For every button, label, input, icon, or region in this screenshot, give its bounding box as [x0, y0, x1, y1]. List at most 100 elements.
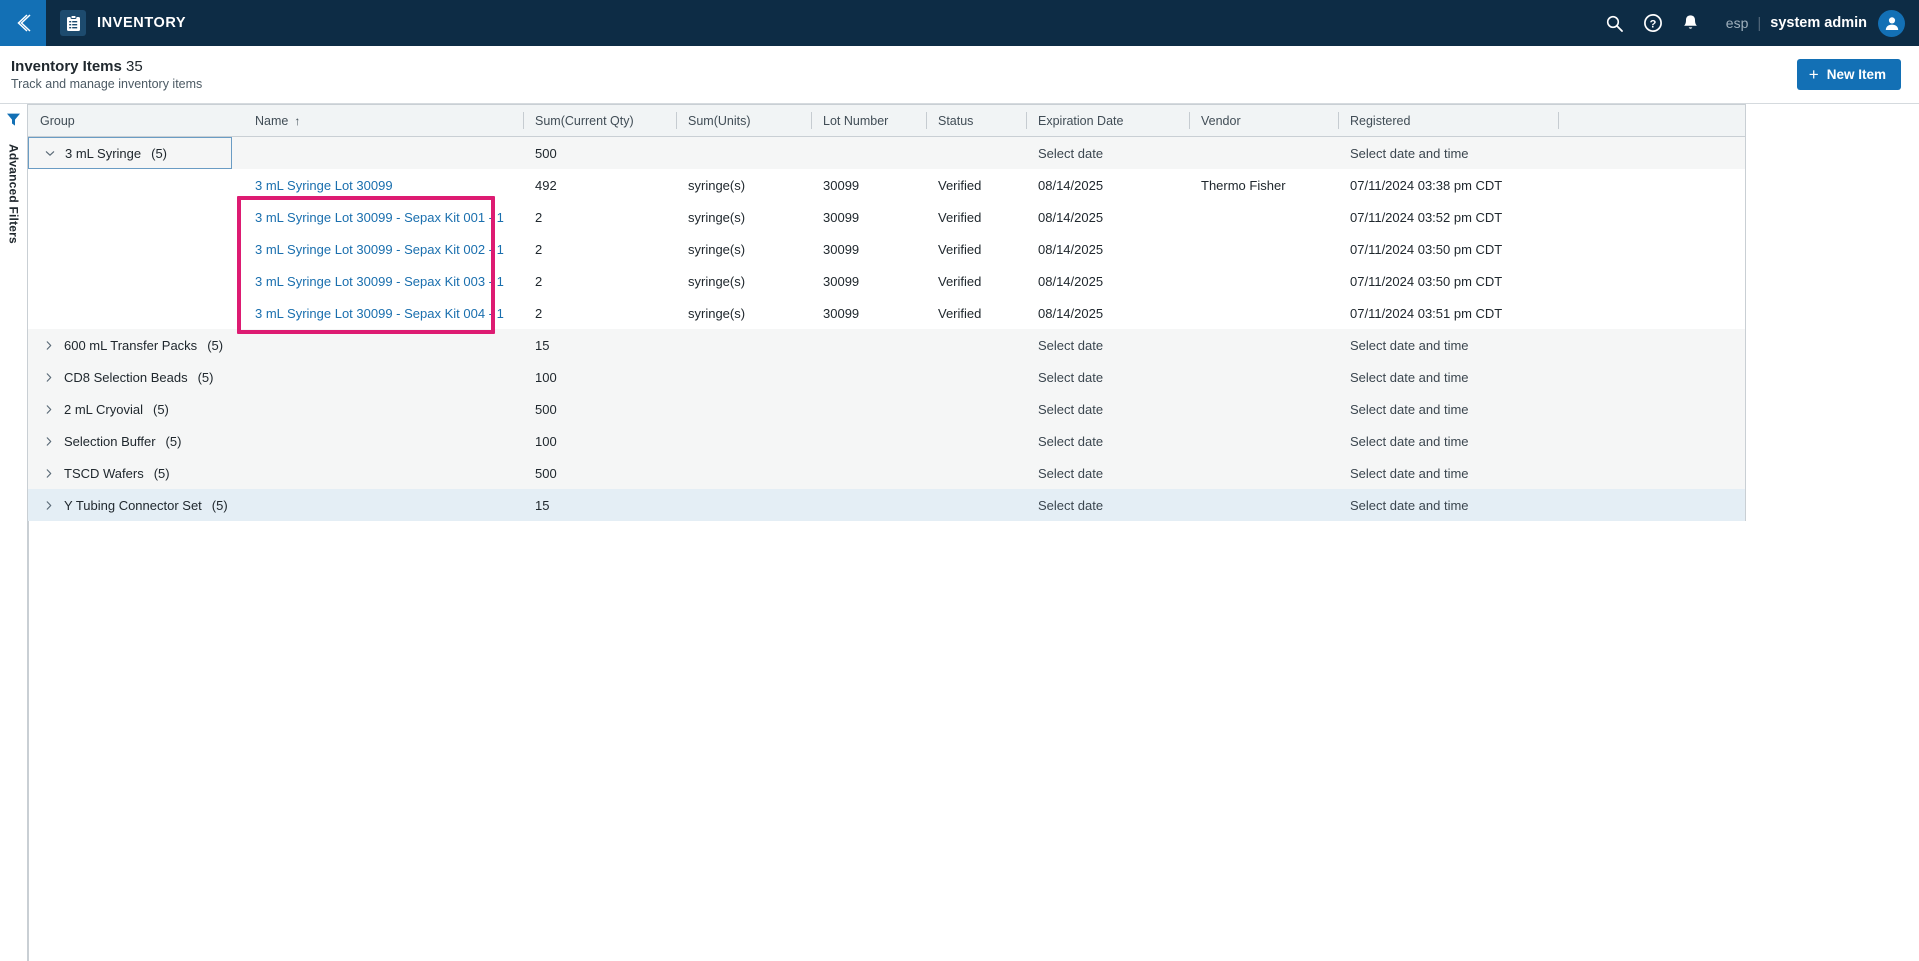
sort-ascending-icon: ↑	[294, 113, 301, 128]
cell-blank	[1558, 457, 1745, 489]
group-name: 3 mL Syringe	[65, 145, 142, 161]
cell-expiration-date[interactable]: Select date	[1026, 361, 1189, 393]
cell-lot-number: 30099	[811, 201, 926, 233]
cell-lot-number	[811, 425, 926, 457]
cell-sum-units	[676, 393, 811, 425]
cell-sum-units-value: syringe(s)	[688, 209, 746, 225]
item-name-link[interactable]: 3 mL Syringe Lot 30099 - Sepax Kit 001 -…	[255, 210, 504, 225]
cell-vendor: Thermo Fisher	[1189, 169, 1338, 201]
column-header-registered[interactable]: Registered	[1338, 104, 1558, 137]
table-group-row[interactable]: Selection Buffer (5) 100 Select date Select …	[28, 425, 1745, 457]
clipboard-icon	[60, 10, 86, 36]
cell-vendor	[1189, 265, 1338, 297]
cell-blank	[1558, 489, 1745, 521]
chevron-right-icon[interactable]	[44, 340, 54, 351]
item-name-link[interactable]: 3 mL Syringe Lot 30099	[255, 178, 393, 193]
item-name-link[interactable]: 3 mL Syringe Lot 30099 - Sepax Kit 003 -…	[255, 274, 504, 289]
help-circle-icon[interactable]: ?	[1634, 0, 1672, 46]
cell-sum-units	[676, 425, 811, 457]
group-toggle[interactable]: TSCD Wafers (5)	[28, 457, 231, 489]
cell-lot-number: 30099	[811, 233, 926, 265]
table-row[interactable]: 3 mL Syringe Lot 30099 - Sepax Kit 004 -…	[28, 297, 1745, 329]
group-count: (5)	[207, 337, 224, 353]
table-group-row[interactable]: 3 mL Syringe (5) 500 Select date Select date…	[28, 136, 1745, 169]
cell-sum-current-qty: 2	[523, 233, 676, 265]
column-header-lot-number[interactable]: Lot Number	[811, 104, 926, 137]
cell-registered[interactable]: Select date and time	[1338, 393, 1558, 425]
cell-sum-units-value: syringe(s)	[688, 241, 746, 257]
cell-sum-current-qty-value: 500	[535, 465, 557, 481]
cell-status-value: Verified	[938, 305, 982, 321]
table-row[interactable]: 3 mL Syringe Lot 30099 - Sepax Kit 001 -…	[28, 201, 1745, 233]
cell-expiration-date[interactable]: Select date	[1026, 425, 1189, 457]
search-icon[interactable]	[1596, 0, 1634, 46]
cell-expiration-date[interactable]: Select date	[1026, 393, 1189, 425]
collapse-nav-button[interactable]	[0, 0, 46, 46]
table-group-row[interactable]: 600 mL Transfer Packs (5) 15 Select date Sel…	[28, 329, 1745, 361]
cell-lot-number-value: 30099	[823, 273, 860, 289]
group-toggle[interactable]: 600 mL Transfer Packs (5)	[28, 329, 231, 361]
chevron-right-icon[interactable]	[44, 468, 54, 479]
cell-expiration-date-value: 08/14/2025	[1038, 177, 1104, 193]
chevron-right-icon[interactable]	[44, 404, 54, 415]
item-name-link[interactable]: 3 mL Syringe Lot 30099 - Sepax Kit 004 -…	[255, 306, 504, 321]
chevron-right-icon[interactable]	[44, 500, 54, 511]
column-header-expiration-date[interactable]: Expiration Date	[1026, 104, 1189, 137]
group-toggle[interactable]: 2 mL Cryovial (5)	[28, 393, 231, 425]
cell-status	[926, 393, 1026, 425]
table-group-row[interactable]: TSCD Wafers (5) 500 Select date Select date …	[28, 457, 1745, 489]
column-header-group[interactable]: Group	[28, 104, 243, 137]
cell-expiration-date[interactable]: Select date	[1026, 457, 1189, 489]
column-header-label: Lot Number	[823, 113, 889, 128]
item-name-link[interactable]: 3 mL Syringe Lot 30099 - Sepax Kit 002 -…	[255, 242, 504, 257]
chevron-right-icon[interactable]	[44, 372, 54, 383]
cell-registered[interactable]: Select date and time	[1338, 136, 1558, 169]
user-avatar-icon[interactable]	[1878, 9, 1905, 37]
chevron-down-icon[interactable]	[45, 148, 55, 159]
cell-registered[interactable]: Select date and time	[1338, 329, 1558, 361]
username-label[interactable]: system admin	[1770, 15, 1878, 31]
column-header-name[interactable]: Name ↑	[243, 104, 523, 137]
cell-group: Selection Buffer (5)	[28, 425, 243, 457]
filter-funnel-icon[interactable]	[6, 112, 21, 132]
table-group-row[interactable]: 2 mL Cryovial (5) 500 Select date Select dat…	[28, 393, 1745, 425]
group-count: (5)	[153, 465, 170, 481]
column-header-vendor[interactable]: Vendor	[1189, 104, 1338, 137]
table-group-row[interactable]: Y Tubing Connector Set (5) 15 Select date Se…	[28, 489, 1745, 521]
cell-expiration-date[interactable]: Select date	[1026, 136, 1189, 169]
page-header-text: Inventory Items 35 Track and manage inve…	[11, 58, 202, 91]
cell-expiration-date[interactable]: Select date	[1026, 329, 1189, 361]
group-toggle[interactable]: CD8 Selection Beads (5)	[28, 361, 231, 393]
group-toggle[interactable]: Selection Buffer (5)	[28, 425, 231, 457]
cell-sum-current-qty-value: 492	[535, 177, 557, 193]
advanced-filters-rail[interactable]: Advanced Filters	[0, 104, 28, 961]
cell-registered[interactable]: Select date and time	[1338, 457, 1558, 489]
advanced-filters-label[interactable]: Advanced Filters	[7, 144, 21, 244]
table-row[interactable]: 3 mL Syringe Lot 30099 492 syringe(s) 30099…	[28, 169, 1745, 201]
cell-registered[interactable]: Select date and time	[1338, 361, 1558, 393]
cell-sum-current-qty: 2	[523, 265, 676, 297]
table-row[interactable]: 3 mL Syringe Lot 30099 - Sepax Kit 003 -…	[28, 265, 1745, 297]
column-header-sum-current-qty[interactable]: Sum(Current Qty)	[523, 104, 676, 137]
group-toggle[interactable]: Y Tubing Connector Set (5)	[28, 489, 231, 521]
chevron-right-icon[interactable]	[44, 436, 54, 447]
cell-expiration-date[interactable]: Select date	[1026, 489, 1189, 521]
cell-registered[interactable]: Select date and time	[1338, 425, 1558, 457]
column-header-blank[interactable]	[1558, 104, 1745, 137]
cell-blank	[1558, 169, 1745, 201]
column-header-sum-units[interactable]: Sum(Units)	[676, 104, 811, 137]
inventory-table-area: Group Name ↑ Sum(Current Qty) Sum(Units) Lot …	[28, 104, 1919, 961]
cell-group: TSCD Wafers (5)	[28, 457, 243, 489]
cell-name	[243, 425, 523, 457]
column-header-label: Vendor	[1201, 113, 1241, 128]
group-toggle[interactable]: 3 mL Syringe (5)	[28, 137, 232, 169]
column-header-status[interactable]: Status	[926, 104, 1026, 137]
language-selector[interactable]: esp	[1710, 15, 1758, 31]
new-item-button[interactable]: + New Item	[1796, 59, 1901, 90]
cell-group	[28, 297, 243, 329]
cell-sum-current-qty: 2	[523, 297, 676, 329]
cell-registered[interactable]: Select date and time	[1338, 489, 1558, 521]
bell-icon[interactable]	[1672, 0, 1710, 46]
table-row[interactable]: 3 mL Syringe Lot 30099 - Sepax Kit 002 -…	[28, 233, 1745, 265]
table-group-row[interactable]: CD8 Selection Beads (5) 100 Select date Sele…	[28, 361, 1745, 393]
